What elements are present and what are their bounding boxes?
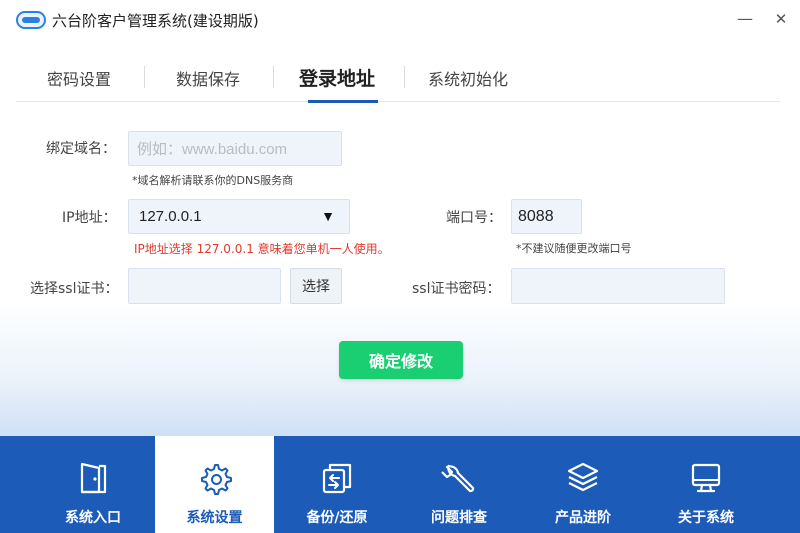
backup-icon	[322, 463, 352, 494]
nav-label: 备份/还原	[306, 510, 368, 526]
nav-item-backup-restore[interactable]: 备份/还原	[277, 436, 397, 533]
door-icon	[80, 462, 107, 494]
domain-label: 绑定域名：	[46, 141, 116, 157]
ip-hint: IP地址选择 127.0.0.1 意味着您单机一人使用。	[134, 242, 390, 256]
gear-icon	[200, 464, 232, 495]
nav-label: 问题排查	[431, 510, 487, 526]
port-label: 端口号：	[446, 210, 502, 226]
nav-item-system-settings[interactable]: 系统设置	[155, 436, 274, 533]
layers-icon	[567, 462, 599, 492]
wrench-icon	[441, 464, 475, 493]
nav-label: 系统设置	[186, 510, 243, 526]
ssl-password-label: ssl证书密码：	[412, 281, 501, 297]
nav-item-about[interactable]: 关于系统	[646, 436, 766, 533]
ip-select[interactable]: 127.0.0.1 ▼	[128, 199, 350, 234]
ssl-cert-label: 选择ssl证书：	[30, 281, 119, 297]
app-title: 六台阶客户管理系统(建设期版)	[52, 12, 259, 30]
nav-label: 关于系统	[678, 510, 734, 526]
app-logo-icon	[16, 11, 46, 29]
nav-label: 产品进阶	[555, 510, 611, 526]
port-hint: *不建议随便更改端口号	[516, 242, 632, 255]
tab-divider	[404, 66, 405, 88]
ip-label: IP地址：	[62, 210, 117, 226]
nav-item-product-upgrade[interactable]: 产品进阶	[523, 436, 643, 533]
tab-system-init[interactable]: 系统初始化	[428, 66, 508, 90]
choose-ssl-button[interactable]: 选择	[290, 268, 342, 304]
tab-divider	[144, 66, 145, 88]
tab-password-settings[interactable]: 密码设置	[47, 66, 111, 90]
bottom-nav: 系统入口 系统设置 备份/还原 问题排查 产品进阶 关于系统	[0, 436, 800, 533]
confirm-button[interactable]: 确定修改	[339, 341, 463, 379]
settings-tabs: 密码设置 数据保存 登录地址 系统初始化	[16, 52, 780, 103]
port-input[interactable]: 8088	[511, 199, 582, 234]
nav-label: 系统入口	[65, 510, 121, 526]
ip-select-value: 127.0.0.1	[139, 208, 202, 225]
domain-hint: *域名解析请联系你的DNS服务商	[132, 174, 294, 187]
nav-item-troubleshoot[interactable]: 问题排查	[399, 436, 519, 533]
domain-input[interactable]: 例如：www.baidu.com	[128, 131, 342, 166]
ssl-cert-input[interactable]	[128, 268, 281, 304]
active-tab-indicator	[308, 100, 378, 103]
chevron-down-icon: ▼	[321, 208, 335, 224]
tab-login-address[interactable]: 登录地址	[299, 64, 375, 91]
title-bar: 六台阶客户管理系统(建设期版) — ✕	[0, 0, 800, 40]
nav-item-system-entry[interactable]: 系统入口	[33, 436, 153, 533]
monitor-icon	[691, 463, 721, 493]
tab-divider	[273, 66, 274, 88]
close-button[interactable]: ✕	[766, 6, 796, 32]
ssl-password-input[interactable]	[511, 268, 725, 304]
minimize-button[interactable]: —	[730, 6, 760, 32]
tab-data-save[interactable]: 数据保存	[176, 66, 240, 90]
